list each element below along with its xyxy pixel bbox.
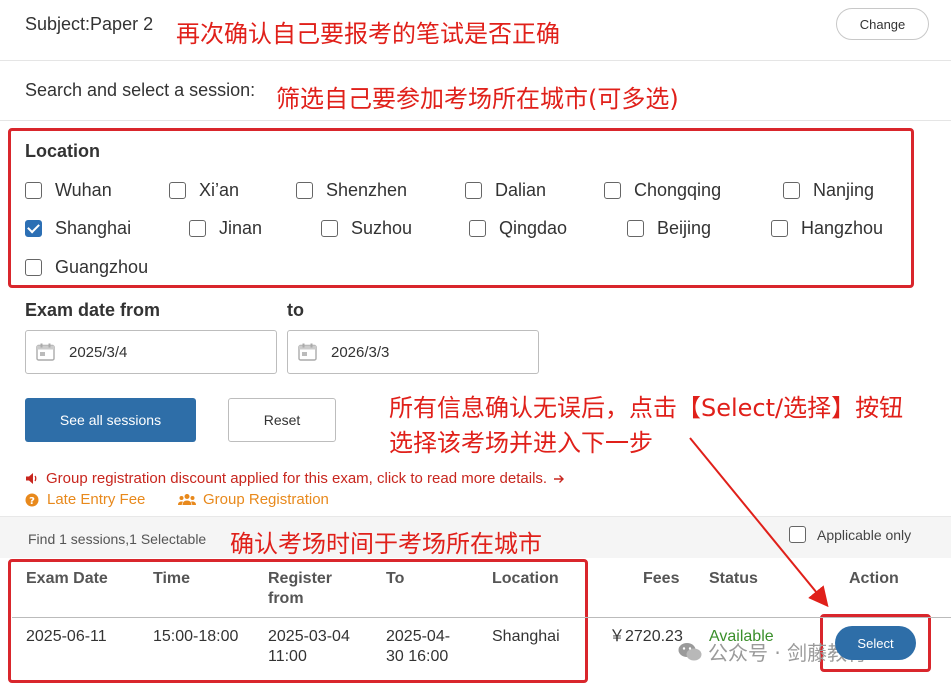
location-option-label: Xi’an	[199, 180, 240, 200]
column-header-action: Action	[849, 570, 899, 587]
checkbox[interactable]	[627, 220, 644, 237]
checkbox[interactable]	[189, 220, 206, 237]
date-to-value: 2026/3/3	[331, 343, 390, 361]
question-circle-icon: ?	[25, 493, 39, 507]
annotation-select-line2: 选择该考场并进入下一步	[389, 429, 653, 457]
location-option-jinan[interactable]: Jinan	[189, 218, 262, 239]
calendar-icon	[36, 343, 55, 361]
late-entry-fee-link[interactable]: ? Late Entry Fee	[25, 491, 145, 508]
checkbox[interactable]	[783, 182, 800, 199]
column-header-fees: Fees	[643, 570, 680, 587]
group-discount-text: Group registration discount applied for …	[46, 470, 548, 487]
column-header-time: Time	[153, 570, 191, 587]
checkbox[interactable]	[296, 182, 313, 199]
checkbox[interactable]	[469, 220, 486, 237]
cell-fees: ￥2720.23	[609, 628, 683, 645]
column-header-exam-date: Exam Date	[26, 570, 108, 587]
divider	[0, 60, 951, 61]
location-option-label: Suzhou	[351, 218, 413, 238]
location-option-label: Jinan	[219, 218, 263, 238]
location-option-guangzhou[interactable]: Guangzhou	[25, 257, 148, 278]
calendar-icon	[298, 343, 317, 361]
cell-to-line2: 30 16:00	[386, 648, 449, 665]
location-option-suzhou[interactable]: Suzhou	[321, 218, 412, 239]
reset-button[interactable]: Reset	[228, 398, 336, 442]
applicable-only-toggle[interactable]: Applicable only	[789, 526, 911, 543]
svg-text:?: ?	[29, 496, 35, 507]
column-header-register-from-line1: Register	[268, 570, 333, 587]
group-discount-link[interactable]: Group registration discount applied for …	[25, 470, 565, 487]
location-option-label: Dalian	[495, 180, 547, 200]
date-to-input[interactable]: 2026/3/3	[287, 330, 539, 374]
subject-label: Subject:Paper 2	[25, 14, 154, 34]
cell-to-line1: 2025-04-	[386, 628, 451, 645]
location-option-hangzhou[interactable]: Hangzhou	[771, 218, 883, 239]
location-option-qingdao[interactable]: Qingdao	[469, 218, 567, 239]
location-option-xian[interactable]: Xi’an	[169, 180, 239, 201]
cell-location: Shanghai	[492, 628, 560, 645]
location-option-label: Qingdao	[499, 218, 568, 238]
location-title: Location	[25, 141, 100, 161]
speaker-icon	[26, 473, 37, 484]
late-entry-fee-text: Late Entry Fee	[47, 491, 146, 508]
cell-to: 2025-04- 30 16:00	[386, 627, 450, 667]
change-button[interactable]: Change	[836, 8, 929, 40]
search-label: Search and select a session:	[25, 80, 256, 100]
annotation-city: 筛选自己要参加考场所在城市(可多选)	[276, 85, 679, 113]
annotation-select-line1: 所有信息确认无误后，点击【Select/选择】按钮	[389, 394, 904, 422]
column-header-register-from: Register from	[268, 569, 332, 609]
checkbox[interactable]	[169, 182, 186, 199]
checkbox[interactable]	[604, 182, 621, 199]
location-option-label: Hangzhou	[801, 218, 884, 238]
cell-time: 15:00-18:00	[153, 628, 239, 645]
checkbox[interactable]	[25, 259, 42, 276]
column-header-register-from-line2: from	[268, 590, 304, 607]
annotation-subject: 再次确认自己要报考的笔试是否正确	[176, 20, 560, 48]
group-registration-text: Group Registration	[203, 491, 329, 508]
column-header-location: Location	[492, 570, 559, 587]
location-option-label: Nanjing	[813, 180, 875, 200]
cell-exam-date: 2025-06-11	[26, 628, 107, 645]
divider	[0, 120, 951, 121]
exam-date-from-label: Exam date from	[25, 300, 161, 320]
sessions-count: Find 1 sessions,1 Selectable	[28, 531, 207, 547]
location-option-shanghai[interactable]: Shanghai	[25, 218, 131, 239]
column-header-to: To	[386, 570, 405, 587]
column-header-status: Status	[709, 570, 758, 587]
location-option-dalian[interactable]: Dalian	[465, 180, 546, 201]
date-from-input[interactable]: 2025/3/4	[25, 330, 277, 374]
annotation-time: 确认考场时间于考场所在城市	[230, 530, 542, 558]
cell-register-from-line1: 2025-03-04	[268, 628, 350, 645]
location-option-wuhan[interactable]: Wuhan	[25, 180, 112, 201]
group-users-icon	[178, 494, 196, 505]
cell-register-from: 2025-03-04 11:00	[268, 627, 350, 667]
wechat-icon	[678, 642, 702, 660]
cell-register-from-line2: 11:00	[268, 648, 307, 665]
exam-date-to-label: to	[287, 300, 304, 320]
location-option-label: Wuhan	[55, 180, 112, 200]
checkbox[interactable]	[789, 526, 806, 543]
arrow-right-icon	[554, 474, 565, 483]
date-from-value: 2025/3/4	[69, 343, 128, 361]
location-option-label: Shanghai	[55, 218, 132, 238]
checkbox[interactable]	[465, 182, 482, 199]
applicable-only-label: Applicable only	[817, 526, 912, 543]
location-option-label: Shenzhen	[326, 180, 408, 200]
see-all-sessions-button[interactable]: See all sessions	[25, 398, 196, 442]
location-option-label: Guangzhou	[55, 257, 149, 277]
location-option-label: Chongqing	[634, 180, 722, 200]
checkbox[interactable]	[321, 220, 338, 237]
checkbox[interactable]	[771, 220, 788, 237]
select-button[interactable]: Select	[835, 626, 916, 660]
group-registration-link[interactable]: Group Registration	[178, 491, 329, 508]
location-option-shenzhen[interactable]: Shenzhen	[296, 180, 407, 201]
location-option-beijing[interactable]: Beijing	[627, 218, 711, 239]
table-header-divider	[12, 617, 951, 618]
location-option-chongqing[interactable]: Chongqing	[604, 180, 721, 201]
checkbox-checked[interactable]	[25, 220, 42, 237]
location-option-label: Beijing	[657, 218, 712, 238]
location-option-nanjing[interactable]: Nanjing	[783, 180, 874, 201]
checkbox[interactable]	[25, 182, 42, 199]
